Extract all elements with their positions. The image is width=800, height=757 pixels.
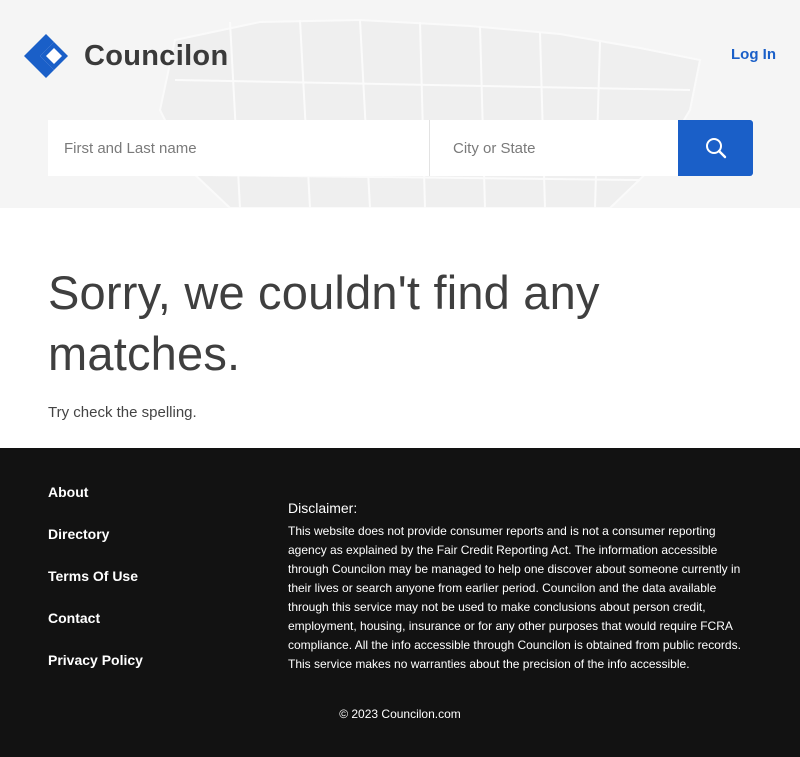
diamond-logo-icon (24, 34, 68, 78)
brand-name: Councilon (84, 39, 229, 72)
footer-link-about[interactable]: About (48, 484, 88, 500)
search-form (48, 120, 753, 176)
footer-link-directory[interactable]: Directory (48, 526, 109, 542)
page-title: Sorry, we couldn't find any matches. (48, 266, 600, 380)
search-button[interactable] (678, 120, 753, 176)
footer-link-privacy[interactable]: Privacy Policy (48, 652, 143, 668)
disclaimer: Disclaimer: This website does not provid… (288, 500, 753, 674)
site-footer: About Directory Terms Of Use Contact Pri… (0, 448, 800, 757)
site-header: Councilon Log In (0, 0, 800, 208)
footer-link-terms[interactable]: Terms Of Use (48, 568, 138, 584)
disclaimer-text: This website does not provide consumer r… (288, 524, 741, 671)
name-input[interactable] (48, 120, 429, 176)
no-results-section: Sorry, we couldn't find any matches. Try… (48, 262, 748, 421)
footer-nav: About Directory Terms Of Use Contact Pri… (48, 484, 143, 694)
footer-link-contact[interactable]: Contact (48, 610, 100, 626)
brand-logo[interactable]: Councilon (24, 32, 228, 80)
disclaimer-title: Disclaimer: (288, 500, 358, 516)
login-link[interactable]: Log In (731, 46, 776, 63)
copyright: © 2023 Councilon.com (339, 707, 461, 721)
no-results-hint: Try check the spelling. (48, 404, 197, 421)
location-input[interactable] (430, 120, 678, 176)
search-icon (705, 138, 726, 159)
